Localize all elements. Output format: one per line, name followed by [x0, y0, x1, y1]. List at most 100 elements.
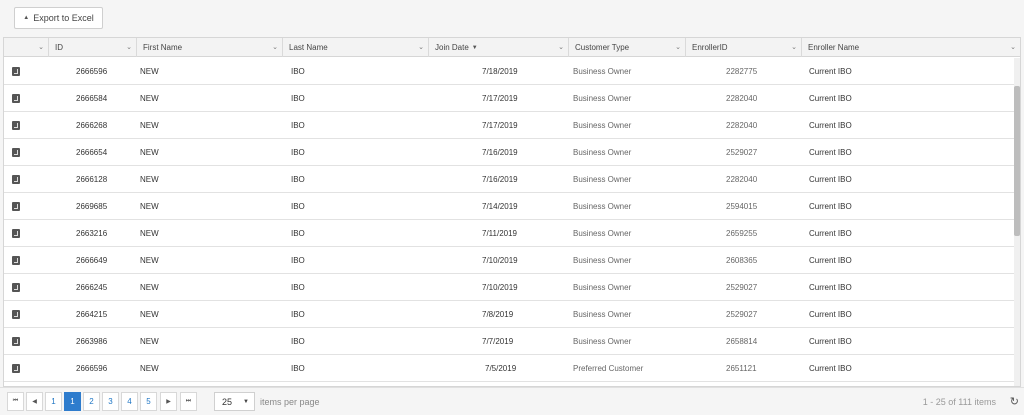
cell-last-name: IBO: [291, 120, 305, 130]
cell-id: 2666596: [76, 66, 108, 76]
customer-grid: ⌄ ID ⌄ First Name ⌄ Last Name ⌄ Join Dat…: [3, 37, 1021, 387]
chevron-down-icon[interactable]: ⌄: [126, 43, 132, 51]
cell-enroller-name: Current IBO: [809, 120, 852, 130]
row-action-icon[interactable]: [12, 193, 20, 219]
cell-customer-type: Business Owner: [573, 255, 632, 265]
first-page-icon[interactable]: ⏮: [7, 392, 24, 411]
chevron-down-icon[interactable]: ⌄: [558, 43, 564, 51]
row-action-icon[interactable]: [12, 112, 20, 138]
cell-enroller-id: 2529027: [726, 147, 758, 157]
table-row[interactable]: 2666128 NEW IBO 7/16/2019 Business Owner…: [4, 166, 1016, 193]
cell-customer-type: Business Owner: [573, 309, 632, 319]
cell-id: 2666268: [76, 120, 108, 130]
row-action-icon[interactable]: [12, 328, 20, 354]
cell-join-date: 7/17/2019: [482, 93, 518, 103]
column-header-customer-type[interactable]: Customer Type ⌄: [569, 38, 686, 57]
cell-customer-type: Business Owner: [573, 66, 632, 76]
row-action-icon[interactable]: [12, 247, 20, 273]
cell-last-name: IBO: [291, 174, 305, 184]
pager-summary: 1 - 25 of 111 items: [922, 397, 996, 407]
column-header-enroller-id[interactable]: EnrollerID ⌄: [686, 38, 802, 57]
prev-page-icon[interactable]: ◀: [26, 392, 43, 411]
cell-customer-type: Business Owner: [573, 282, 632, 292]
table-row[interactable]: 2666245 NEW IBO 7/10/2019 Business Owner…: [4, 274, 1016, 301]
chevron-down-icon[interactable]: ⌄: [418, 43, 424, 51]
page-button-1[interactable]: 1: [45, 392, 62, 411]
last-page-icon[interactable]: ⏭: [180, 392, 197, 411]
cell-join-date: 7/5/2019: [485, 363, 517, 373]
cell-join-date: 7/18/2019: [482, 66, 518, 76]
cell-id: 2666654: [76, 147, 108, 157]
chevron-down-icon[interactable]: ⌄: [675, 43, 681, 51]
cell-id: 2663986: [76, 336, 108, 346]
grid-header: ⌄ ID ⌄ First Name ⌄ Last Name ⌄ Join Dat…: [4, 38, 1020, 57]
page-size-select[interactable]: 25 ▼: [214, 392, 255, 411]
cell-enroller-id: 2659255: [726, 228, 758, 238]
table-row[interactable]: 2666649 NEW IBO 7/10/2019 Business Owner…: [4, 247, 1016, 274]
chevron-down-icon[interactable]: ⌄: [1010, 43, 1016, 51]
page-button-5[interactable]: 5: [140, 392, 157, 411]
cell-id: 2666128: [76, 174, 108, 184]
cell-first-name: NEW: [140, 93, 159, 103]
table-row[interactable]: 2664215 NEW IBO 7/8/2019 Business Owner …: [4, 301, 1016, 328]
cell-enroller-name: Current IBO: [809, 147, 852, 157]
chevron-down-icon[interactable]: ⌄: [38, 43, 44, 51]
cell-customer-type: Preferred Customer: [573, 363, 644, 373]
column-header-select[interactable]: ⌄: [4, 38, 49, 57]
chevron-down-icon[interactable]: ⌄: [272, 43, 278, 51]
table-row[interactable]: 2666654 NEW IBO 7/16/2019 Business Owner…: [4, 139, 1016, 166]
row-action-icon[interactable]: [12, 139, 20, 165]
cell-enroller-id: 2608365: [726, 255, 758, 265]
row-action-icon[interactable]: [12, 355, 20, 381]
cell-enroller-id: 2282040: [726, 120, 758, 130]
cell-enroller-name: Current IBO: [809, 282, 852, 292]
column-header-join-date[interactable]: Join Date ▼ ⌄: [429, 38, 569, 57]
cell-enroller-name: Current IBO: [809, 93, 852, 103]
column-header-last-name[interactable]: Last Name ⌄: [283, 38, 429, 57]
row-action-icon[interactable]: [12, 274, 20, 300]
page-button-4[interactable]: 4: [121, 392, 138, 411]
column-header-id[interactable]: ID ⌄: [49, 38, 137, 57]
export-to-excel-button[interactable]: ▲ Export to Excel: [14, 7, 103, 29]
page-button-current[interactable]: 1: [64, 392, 81, 411]
cell-join-date: 7/17/2019: [482, 120, 518, 130]
row-action-icon[interactable]: [12, 58, 20, 84]
grid-toolbar: ▲ Export to Excel: [0, 0, 1024, 37]
cell-enroller-name: Current IBO: [809, 309, 852, 319]
table-row[interactable]: 2666596 NEW IBO 7/18/2019 Business Owner…: [4, 58, 1016, 85]
column-header-first-name[interactable]: First Name ⌄: [137, 38, 283, 57]
cell-last-name: IBO: [291, 255, 305, 265]
cell-id: 2663216: [76, 228, 108, 238]
row-action-icon[interactable]: [12, 85, 20, 111]
table-row[interactable]: 2663216 NEW IBO 7/11/2019 Business Owner…: [4, 220, 1016, 247]
row-action-icon[interactable]: [12, 301, 20, 327]
vertical-scrollbar[interactable]: [1014, 58, 1020, 386]
chevron-down-icon[interactable]: ⌄: [791, 43, 797, 51]
page-button-2[interactable]: 2: [83, 392, 100, 411]
table-row[interactable]: 2669685 NEW IBO 7/14/2019 Business Owner…: [4, 193, 1016, 220]
cell-first-name: NEW: [140, 309, 159, 319]
table-row[interactable]: 2666584 NEW IBO 7/17/2019 Business Owner…: [4, 85, 1016, 112]
cell-join-date: 7/7/2019: [482, 336, 514, 346]
column-header-enroller-name[interactable]: Enroller Name ⌄: [802, 38, 1020, 57]
table-row[interactable]: 2663986 NEW IBO 7/7/2019 Business Owner …: [4, 328, 1016, 355]
cell-first-name: NEW: [140, 147, 159, 157]
cell-last-name: IBO: [291, 282, 305, 292]
cell-first-name: NEW: [140, 174, 159, 184]
row-action-icon[interactable]: [12, 220, 20, 246]
cell-id: 2664215: [76, 309, 108, 319]
cell-join-date: 7/14/2019: [482, 201, 518, 211]
cell-enroller-name: Current IBO: [809, 174, 852, 184]
cell-first-name: NEW: [140, 201, 159, 211]
cell-last-name: IBO: [291, 336, 305, 346]
next-page-icon[interactable]: ▶: [160, 392, 177, 411]
cell-customer-type: Business Owner: [573, 201, 632, 211]
table-row[interactable]: 2666268 NEW IBO 7/17/2019 Business Owner…: [4, 112, 1016, 139]
table-row[interactable]: 2666596 NEW IBO 7/5/2019 Preferred Custo…: [4, 355, 1016, 382]
cell-enroller-id: 2658814: [726, 336, 758, 346]
scrollbar-thumb[interactable]: [1014, 86, 1020, 236]
cell-enroller-id: 2282040: [726, 93, 758, 103]
page-button-3[interactable]: 3: [102, 392, 119, 411]
refresh-icon[interactable]: ↻: [1010, 395, 1019, 408]
row-action-icon[interactable]: [12, 166, 20, 192]
